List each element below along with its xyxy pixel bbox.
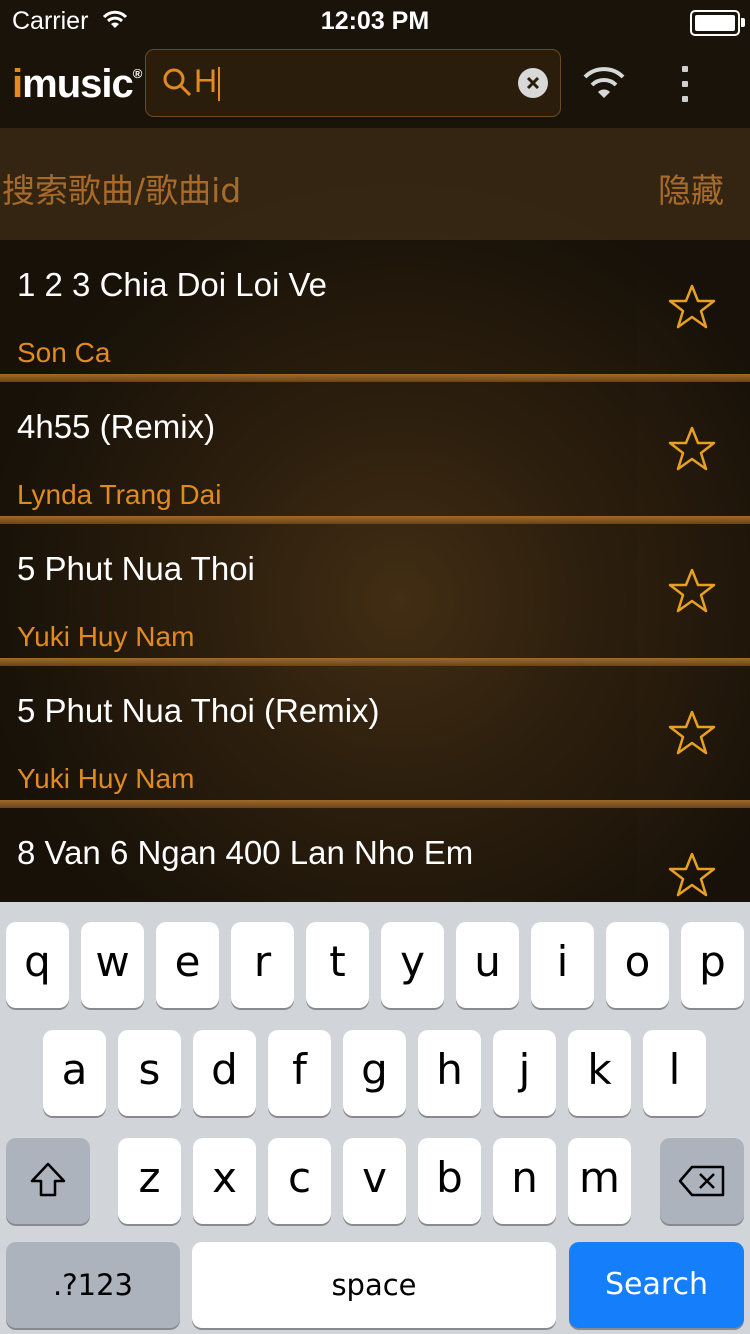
- song-row[interactable]: 5 Phut Nua Thoi (Remix) Yuki Huy Nam: [0, 666, 750, 808]
- key-p[interactable]: p: [681, 922, 744, 1008]
- favorite-star-icon[interactable]: [668, 284, 716, 330]
- key-o[interactable]: o: [606, 922, 669, 1008]
- key-s[interactable]: s: [118, 1030, 181, 1116]
- song-artist: Lynda Trang Dai: [17, 479, 222, 510]
- key-d[interactable]: d: [193, 1030, 256, 1116]
- song-title: 5 Phut Nua Thoi (Remix): [17, 692, 380, 729]
- key-k[interactable]: k: [568, 1030, 631, 1116]
- key-h[interactable]: h: [418, 1030, 481, 1116]
- song-title: 1 2 3 Chia Doi Loi Ve: [17, 266, 328, 303]
- status-bar: Carrier 12:03 PM: [0, 0, 750, 40]
- close-icon: [526, 76, 540, 90]
- key-v[interactable]: v: [343, 1138, 406, 1224]
- song-row[interactable]: 5 Phut Nua Thoi Yuki Huy Nam: [0, 524, 750, 666]
- search-input[interactable]: H: [145, 49, 561, 117]
- key-c[interactable]: c: [268, 1138, 331, 1224]
- song-artist: Yuki Huy Nam: [17, 763, 195, 794]
- song-title: 4h55 (Remix): [17, 408, 216, 445]
- search-input-value[interactable]: H: [194, 63, 221, 101]
- text-caret: [218, 66, 221, 101]
- favorite-star-icon[interactable]: [668, 426, 716, 472]
- key-l[interactable]: l: [643, 1030, 706, 1116]
- on-screen-keyboard: q w e r t y u i o p a s d f g h j k l z …: [0, 902, 750, 1334]
- shift-icon: [30, 1162, 66, 1197]
- numbers-key[interactable]: .?123: [6, 1242, 180, 1328]
- key-z[interactable]: z: [118, 1138, 181, 1224]
- key-b[interactable]: b: [418, 1138, 481, 1224]
- space-key[interactable]: space: [192, 1242, 556, 1328]
- hide-button[interactable]: 隐藏: [658, 164, 724, 212]
- key-y[interactable]: y: [381, 922, 444, 1008]
- search-hint-label: 搜索歌曲/歌曲id: [2, 171, 242, 210]
- song-artist: Son Ca: [17, 337, 111, 368]
- key-j[interactable]: j: [493, 1030, 556, 1116]
- key-m[interactable]: m: [568, 1138, 631, 1224]
- app-header: imusic® H: [0, 40, 750, 128]
- song-title: 8 Van 6 Ngan 400 Lan Nho Em: [17, 834, 474, 871]
- key-x[interactable]: x: [193, 1138, 256, 1224]
- song-row[interactable]: 4h55 (Remix) Lynda Trang Dai: [0, 382, 750, 524]
- search-key[interactable]: Search: [569, 1242, 744, 1328]
- backspace-icon: [678, 1165, 725, 1197]
- wifi-button[interactable]: [582, 66, 626, 100]
- search-icon: [163, 68, 192, 97]
- battery-icon: [690, 10, 745, 36]
- clock: 12:03 PM: [320, 7, 430, 35]
- more-menu-button[interactable]: [672, 64, 698, 104]
- backspace-key[interactable]: [660, 1138, 744, 1224]
- key-g[interactable]: g: [343, 1030, 406, 1116]
- song-list[interactable]: 1 2 3 Chia Doi Loi Ve Son Ca 4h55 (Remix…: [0, 240, 750, 902]
- key-i[interactable]: i: [531, 922, 594, 1008]
- song-title: 5 Phut Nua Thoi: [17, 550, 255, 587]
- song-row[interactable]: 1 2 3 Chia Doi Loi Ve Son Ca: [0, 240, 750, 382]
- key-q[interactable]: q: [6, 922, 69, 1008]
- shift-key[interactable]: [6, 1138, 90, 1224]
- favorite-star-icon[interactable]: [668, 568, 716, 614]
- key-n[interactable]: n: [493, 1138, 556, 1224]
- key-e[interactable]: e: [156, 922, 219, 1008]
- song-row[interactable]: 8 Van 6 Ngan 400 Lan Nho Em: [0, 808, 750, 902]
- key-w[interactable]: w: [81, 922, 144, 1008]
- key-u[interactable]: u: [456, 922, 519, 1008]
- clear-search-button[interactable]: [518, 68, 548, 98]
- search-hint-bar: 搜索歌曲/歌曲id 隐藏: [0, 128, 750, 240]
- favorite-star-icon[interactable]: [668, 710, 716, 756]
- key-f[interactable]: f: [268, 1030, 331, 1116]
- key-t[interactable]: t: [306, 922, 369, 1008]
- key-a[interactable]: a: [43, 1030, 106, 1116]
- key-r[interactable]: r: [231, 922, 294, 1008]
- favorite-star-icon[interactable]: [668, 852, 716, 898]
- song-artist: Yuki Huy Nam: [17, 621, 195, 652]
- imusic-logo: imusic®: [12, 62, 142, 106]
